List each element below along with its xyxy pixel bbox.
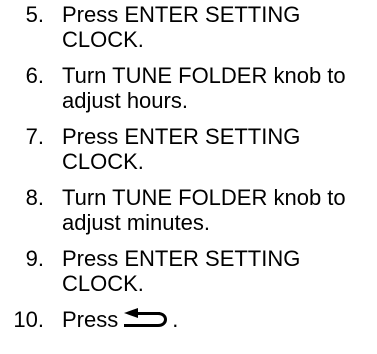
step-number: 5.: [25, 2, 44, 27]
step-number: 9.: [25, 246, 44, 271]
step-number: 7.: [25, 124, 44, 149]
step-7: 7. Press ENTER SETTING CLOCK.: [0, 124, 377, 174]
step-8: 8. Turn TUNE FOLDER knob to adjust minut…: [0, 185, 377, 235]
step-text-press: Press: [62, 307, 119, 332]
step-text: Turn TUNE FOLDER knob to adjust minutes.: [62, 185, 346, 235]
step-number: 6.: [25, 63, 44, 88]
step-text: Press ENTER SETTING CLOCK.: [62, 246, 301, 296]
back-arrow-icon: [122, 308, 172, 335]
step-9: 9. Press ENTER SETTING CLOCK.: [0, 246, 377, 296]
step-text: Press.: [62, 307, 377, 335]
step-number: 10.: [13, 307, 44, 332]
step-10: 10. Press.: [0, 307, 377, 335]
step-6: 6. Turn TUNE FOLDER knob to adjust hours…: [0, 63, 377, 113]
step-number: 8.: [25, 185, 44, 210]
step-text: Turn TUNE FOLDER knob to adjust hours.: [62, 63, 346, 113]
instruction-steps: 5. Press ENTER SETTING CLOCK. 6. Turn TU…: [0, 2, 377, 346]
step-text: Press ENTER SETTING CLOCK.: [62, 124, 301, 174]
step-text: Press ENTER SETTING CLOCK.: [62, 2, 301, 52]
step-text-period: .: [172, 307, 179, 332]
step-5: 5. Press ENTER SETTING CLOCK.: [0, 2, 377, 52]
